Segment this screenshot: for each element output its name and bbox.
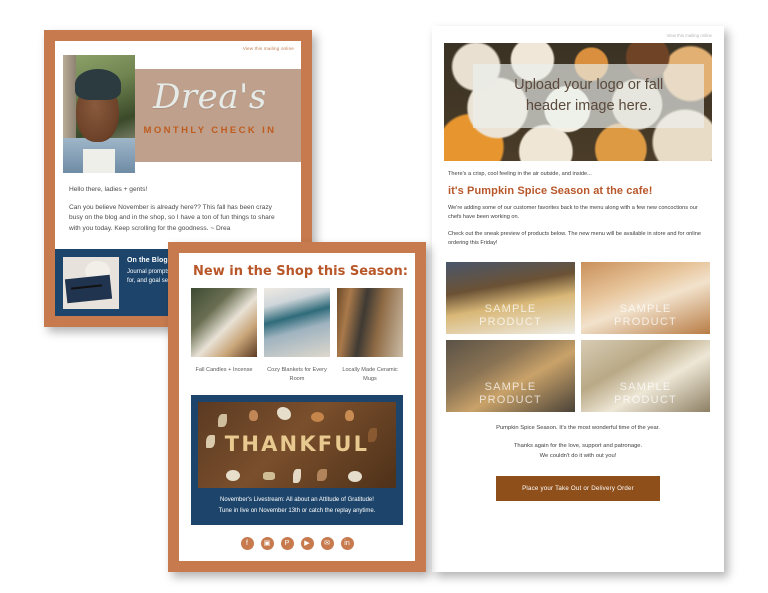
- tile-label-line-2: PRODUCT: [614, 315, 677, 328]
- tile-label-line-2: PRODUCT: [614, 393, 677, 406]
- brand-script-title: Drea's: [153, 76, 267, 117]
- leaf-decor: [316, 468, 327, 481]
- social-icon-row: f ▣ P ▶ ✉ in: [179, 525, 415, 560]
- photo-shirt: [83, 149, 115, 173]
- acorn-decor: [344, 410, 354, 422]
- livestream-line-1: November's Livestream: All about an Atti…: [220, 497, 374, 504]
- linkedin-icon[interactable]: in: [340, 536, 354, 550]
- pinterest-icon[interactable]: P: [280, 536, 294, 550]
- hero-placeholder-band: Upload your logo or fall header image he…: [473, 64, 704, 128]
- card3-outro: Pumpkin Spice Season. It's the most wond…: [432, 412, 724, 462]
- screenshot-canvas: View this mailing online Drea's MONTHLY …: [0, 0, 768, 593]
- pumpkin-decor: [225, 470, 240, 482]
- sample-product-tile[interactable]: SAMPLE PRODUCT: [581, 261, 710, 334]
- livestream-text: November's Livestream: All about an Atti…: [198, 488, 396, 516]
- email-card-pumpkin-spice[interactable]: View this mailing online Upload your log…: [432, 26, 724, 572]
- tile-label-line-1: SAMPLE: [619, 381, 672, 394]
- card1-body: Hello there, ladies + gents! Can you bel…: [55, 173, 301, 247]
- hero-line-2: header image here.: [525, 98, 652, 115]
- place-order-button[interactable]: Place your Take Out or Delivery Order: [496, 475, 660, 501]
- leaf-decor: [217, 414, 227, 428]
- view-online-link[interactable]: View this mailing online: [55, 41, 301, 55]
- product-caption: Locally Made Ceramic Mugs: [342, 367, 398, 382]
- thanks-line-1: Thanks again for the love, support and p…: [513, 442, 643, 449]
- fall-candles-photo: [191, 288, 257, 357]
- facebook-icon[interactable]: f: [240, 536, 254, 550]
- card3-copy: There's a crisp, cool feeling in the air…: [432, 161, 724, 249]
- portrait-photo: [63, 55, 135, 173]
- blog-thumbnail: [63, 257, 119, 310]
- sample-product-tile[interactable]: SAMPLE PRODUCT: [581, 339, 710, 412]
- twitter-icon[interactable]: ✉: [320, 536, 334, 550]
- cta-container: Place your Take Out or Delivery Order: [432, 470, 724, 515]
- view-online-link[interactable]: View this mailing online: [432, 26, 724, 43]
- hero-pumpkin-image: Upload your logo or fall header image he…: [444, 43, 712, 161]
- outro-thanks: Thanks again for the love, support and p…: [450, 441, 706, 462]
- headline: it's Pumpkin Spice Season at the cafe!: [448, 184, 653, 197]
- tile-label-line-2: PRODUCT: [479, 393, 542, 406]
- leaf-decor: [293, 469, 302, 484]
- pumpkin-decor: [348, 471, 363, 483]
- wheat-decor: [263, 471, 276, 480]
- cozy-blankets-photo: [264, 288, 330, 357]
- brand-subtitle: MONTHLY CHECK IN: [143, 125, 277, 136]
- thankful-banner-image: THANKFUL: [198, 402, 396, 489]
- acorn-decor: [249, 410, 259, 422]
- shop-product-item[interactable]: Cozy Blankets for Every Room: [264, 288, 330, 383]
- sample-product-grid: SAMPLE PRODUCT SAMPLE PRODUCT SAMPLE PRO…: [432, 256, 724, 412]
- shop-section-title: New in the Shop this Season:: [193, 264, 408, 279]
- tile-label-line-1: SAMPLE: [484, 381, 537, 394]
- livestream-line-2: Tune in live on November 13th or catch t…: [218, 507, 376, 514]
- shop-product-item[interactable]: Fall Candles + Incense: [191, 288, 257, 383]
- email-footer: Your Business. You're receiving this ema…: [179, 560, 415, 562]
- paragraph-1: We're adding some of our customer favori…: [448, 204, 698, 221]
- youtube-icon[interactable]: ▶: [300, 536, 314, 550]
- tile-label-line-1: SAMPLE: [484, 303, 537, 316]
- sample-product-tile[interactable]: SAMPLE PRODUCT: [446, 339, 575, 412]
- instagram-icon[interactable]: ▣: [260, 536, 274, 550]
- product-caption: Cozy Blankets for Every Room: [267, 367, 327, 382]
- thanks-line-2: We couldn't do it with out you!: [539, 453, 617, 460]
- email-card-new-in-shop[interactable]: New in the Shop this Season: Fall Candle…: [168, 242, 426, 572]
- shop-product-grid: Fall Candles + Incense Cozy Blankets for…: [179, 288, 415, 383]
- pumpkin-decor: [310, 411, 324, 422]
- photo-headwrap: [74, 69, 121, 100]
- sample-product-tile[interactable]: SAMPLE PRODUCT: [446, 261, 575, 334]
- hero-line-1: Upload your logo or fall: [514, 77, 664, 94]
- thankful-word: THANKFUL: [224, 431, 370, 456]
- card3-inner: View this mailing online Upload your log…: [432, 26, 724, 572]
- ceramic-mugs-photo: [337, 288, 403, 357]
- tile-label-line-2: PRODUCT: [479, 315, 542, 328]
- card2-inner: New in the Shop this Season: Fall Candle…: [179, 253, 415, 561]
- outro-line-1: Pumpkin Spice Season. It's the most wond…: [496, 424, 660, 431]
- greeting-text: Hello there, ladies + gents!: [69, 186, 148, 193]
- livestream-block: THANKFUL November's Livestream: All abou…: [191, 395, 403, 525]
- shop-product-item[interactable]: Locally Made Ceramic Mugs: [337, 288, 403, 383]
- card1-hero: Drea's MONTHLY CHECK IN: [55, 55, 301, 173]
- tile-label-line-1: SAMPLE: [619, 303, 672, 316]
- product-caption: Fall Candles + Incense: [195, 367, 253, 373]
- paragraph-2: Check out the sneak preview of products …: [448, 230, 702, 247]
- oak-leaf-decor: [277, 407, 292, 421]
- lead-text: There's a crisp, cool feeling in the air…: [448, 171, 592, 177]
- intro-paragraph: Can you believe November is already here…: [69, 203, 275, 232]
